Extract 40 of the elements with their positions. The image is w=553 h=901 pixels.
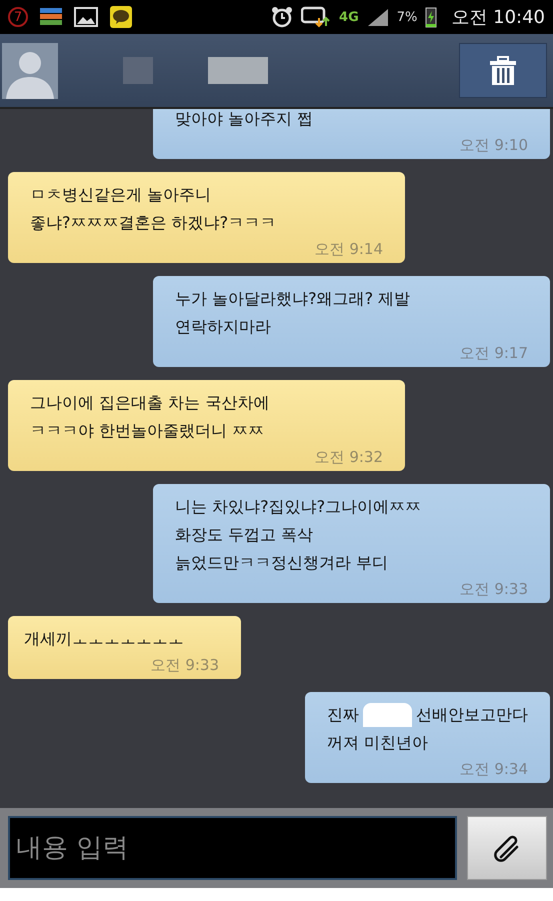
battery-icon <box>425 6 438 28</box>
blur-block <box>123 57 153 84</box>
message-time: 오전 9:33 <box>460 580 528 598</box>
chat-icon <box>110 6 132 28</box>
redaction-mark <box>363 703 412 727</box>
message-time: 오전 9:17 <box>460 344 528 362</box>
blur-block <box>208 57 268 84</box>
message-time: 오전 9:14 <box>314 240 383 258</box>
network-label: 4G <box>339 10 359 24</box>
attach-button[interactable] <box>467 816 547 880</box>
message-input[interactable]: 내용 입력 <box>8 816 457 880</box>
message-time: 오전 9:33 <box>150 656 219 674</box>
message-text: 개세끼ㅗㅗㅗㅗㅗㅗㅗ <box>24 628 184 650</box>
stack-icon <box>40 8 62 26</box>
message-text: 맞아야 놀아주지 쩝 <box>175 109 314 130</box>
trash-icon <box>489 56 517 86</box>
message-text: 누가 놀아달라했냐?왜그래? 제발 <box>175 288 410 310</box>
battery-percent: 7% <box>396 10 418 24</box>
message-text: ㅋㅋㅋ야 한번놀아줄랬더니 ㅉㅉ <box>30 420 264 442</box>
message-text: 늙었드만ㅋㅋ정신챙겨라 부디 <box>175 552 388 574</box>
delete-button[interactable] <box>459 43 547 98</box>
message-text: 그나이에 집은대출 차는 국산차에 <box>30 392 270 414</box>
image-icon <box>74 7 98 27</box>
clock: 오전 10:40 <box>451 6 545 29</box>
signal-icon <box>366 8 389 26</box>
alarm-clock-icon <box>271 6 294 28</box>
sync-icon <box>301 6 332 28</box>
message-text: 선배안보고만다 <box>416 704 528 726</box>
message-time: 오전 9:34 <box>460 760 528 778</box>
message-text: 진짜 <box>327 704 359 726</box>
avatar-icon <box>2 42 58 98</box>
message-text: 연락하지마라 <box>175 316 271 338</box>
message-time: 오전 9:32 <box>314 448 383 466</box>
message-text: ㅁㅊ병신같은게 놀아주니 <box>30 184 212 206</box>
message-text: 꺼져 미친년아 <box>327 732 428 754</box>
message-text: 니는 차있냐?집있냐?그나이에ㅉㅉ <box>175 496 422 518</box>
message-time: 오전 9:10 <box>460 136 528 154</box>
notification-count: 7 <box>8 7 28 27</box>
message-text: 화장도 두껍고 폭삭 <box>175 524 314 546</box>
message-text: 좋냐?ㅉㅉㅉ결혼은 하겠냐?ㅋㅋㅋ <box>30 212 276 234</box>
